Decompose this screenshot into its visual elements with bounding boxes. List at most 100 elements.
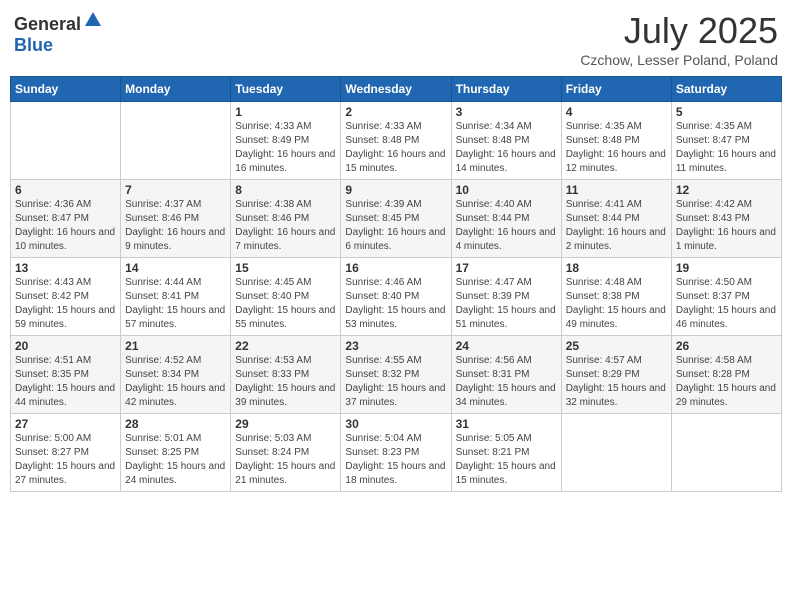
calendar-cell: 9Sunrise: 4:39 AM Sunset: 8:45 PM Daylig… (341, 180, 451, 258)
calendar-cell: 17Sunrise: 4:47 AM Sunset: 8:39 PM Dayli… (451, 258, 561, 336)
calendar-cell: 19Sunrise: 4:50 AM Sunset: 8:37 PM Dayli… (671, 258, 781, 336)
calendar-cell: 26Sunrise: 4:58 AM Sunset: 8:28 PM Dayli… (671, 336, 781, 414)
day-info: Sunrise: 5:05 AM Sunset: 8:21 PM Dayligh… (456, 432, 557, 488)
calendar-table: SundayMondayTuesdayWednesdayThursdayFrid… (10, 76, 782, 492)
day-info: Sunrise: 4:51 AM Sunset: 8:35 PM Dayligh… (15, 354, 116, 410)
calendar-cell: 7Sunrise: 4:37 AM Sunset: 8:46 PM Daylig… (121, 180, 231, 258)
calendar-cell: 10Sunrise: 4:40 AM Sunset: 8:44 PM Dayli… (451, 180, 561, 258)
calendar-cell: 5Sunrise: 4:35 AM Sunset: 8:47 PM Daylig… (671, 102, 781, 180)
calendar-cell: 16Sunrise: 4:46 AM Sunset: 8:40 PM Dayli… (341, 258, 451, 336)
day-info: Sunrise: 4:41 AM Sunset: 8:44 PM Dayligh… (566, 198, 667, 254)
day-number: 21 (125, 339, 226, 353)
location-title: Czchow, Lesser Poland, Poland (580, 52, 778, 68)
day-info: Sunrise: 5:04 AM Sunset: 8:23 PM Dayligh… (345, 432, 446, 488)
calendar-week-row: 13Sunrise: 4:43 AM Sunset: 8:42 PM Dayli… (11, 258, 782, 336)
day-number: 31 (456, 417, 557, 431)
calendar-cell: 12Sunrise: 4:42 AM Sunset: 8:43 PM Dayli… (671, 180, 781, 258)
day-number: 9 (345, 183, 446, 197)
calendar-cell: 27Sunrise: 5:00 AM Sunset: 8:27 PM Dayli… (11, 414, 121, 492)
calendar-cell: 13Sunrise: 4:43 AM Sunset: 8:42 PM Dayli… (11, 258, 121, 336)
weekday-header: Monday (121, 77, 231, 102)
calendar-cell (11, 102, 121, 180)
day-number: 24 (456, 339, 557, 353)
day-number: 8 (235, 183, 336, 197)
calendar-week-row: 20Sunrise: 4:51 AM Sunset: 8:35 PM Dayli… (11, 336, 782, 414)
day-number: 27 (15, 417, 116, 431)
day-number: 7 (125, 183, 226, 197)
calendar-cell (671, 414, 781, 492)
calendar-cell: 22Sunrise: 4:53 AM Sunset: 8:33 PM Dayli… (231, 336, 341, 414)
day-number: 4 (566, 105, 667, 119)
day-info: Sunrise: 4:48 AM Sunset: 8:38 PM Dayligh… (566, 276, 667, 332)
day-info: Sunrise: 4:39 AM Sunset: 8:45 PM Dayligh… (345, 198, 446, 254)
day-number: 28 (125, 417, 226, 431)
day-number: 23 (345, 339, 446, 353)
calendar-cell: 25Sunrise: 4:57 AM Sunset: 8:29 PM Dayli… (561, 336, 671, 414)
day-info: Sunrise: 4:37 AM Sunset: 8:46 PM Dayligh… (125, 198, 226, 254)
day-number: 5 (676, 105, 777, 119)
month-title: July 2025 (580, 10, 778, 52)
day-info: Sunrise: 4:36 AM Sunset: 8:47 PM Dayligh… (15, 198, 116, 254)
day-number: 22 (235, 339, 336, 353)
day-number: 26 (676, 339, 777, 353)
day-info: Sunrise: 4:46 AM Sunset: 8:40 PM Dayligh… (345, 276, 446, 332)
calendar-cell: 20Sunrise: 4:51 AM Sunset: 8:35 PM Dayli… (11, 336, 121, 414)
day-info: Sunrise: 4:35 AM Sunset: 8:47 PM Dayligh… (676, 120, 777, 176)
calendar-cell: 18Sunrise: 4:48 AM Sunset: 8:38 PM Dayli… (561, 258, 671, 336)
day-number: 19 (676, 261, 777, 275)
weekday-header: Thursday (451, 77, 561, 102)
day-number: 25 (566, 339, 667, 353)
day-info: Sunrise: 4:34 AM Sunset: 8:48 PM Dayligh… (456, 120, 557, 176)
day-info: Sunrise: 4:40 AM Sunset: 8:44 PM Dayligh… (456, 198, 557, 254)
calendar-cell: 1Sunrise: 4:33 AM Sunset: 8:49 PM Daylig… (231, 102, 341, 180)
day-number: 17 (456, 261, 557, 275)
weekday-header: Sunday (11, 77, 121, 102)
day-number: 29 (235, 417, 336, 431)
weekday-header: Saturday (671, 77, 781, 102)
title-block: July 2025 Czchow, Lesser Poland, Poland (580, 10, 778, 68)
calendar-cell: 29Sunrise: 5:03 AM Sunset: 8:24 PM Dayli… (231, 414, 341, 492)
day-info: Sunrise: 4:50 AM Sunset: 8:37 PM Dayligh… (676, 276, 777, 332)
page-header: General Blue July 2025 Czchow, Lesser Po… (10, 10, 782, 68)
day-number: 1 (235, 105, 336, 119)
day-info: Sunrise: 4:53 AM Sunset: 8:33 PM Dayligh… (235, 354, 336, 410)
calendar-cell: 2Sunrise: 4:33 AM Sunset: 8:48 PM Daylig… (341, 102, 451, 180)
day-info: Sunrise: 4:52 AM Sunset: 8:34 PM Dayligh… (125, 354, 226, 410)
calendar-cell: 15Sunrise: 4:45 AM Sunset: 8:40 PM Dayli… (231, 258, 341, 336)
day-info: Sunrise: 4:55 AM Sunset: 8:32 PM Dayligh… (345, 354, 446, 410)
weekday-header-row: SundayMondayTuesdayWednesdayThursdayFrid… (11, 77, 782, 102)
calendar-cell: 23Sunrise: 4:55 AM Sunset: 8:32 PM Dayli… (341, 336, 451, 414)
day-info: Sunrise: 4:57 AM Sunset: 8:29 PM Dayligh… (566, 354, 667, 410)
day-info: Sunrise: 4:56 AM Sunset: 8:31 PM Dayligh… (456, 354, 557, 410)
day-number: 11 (566, 183, 667, 197)
logo-general: General (14, 14, 81, 34)
day-number: 12 (676, 183, 777, 197)
calendar-cell: 6Sunrise: 4:36 AM Sunset: 8:47 PM Daylig… (11, 180, 121, 258)
day-number: 16 (345, 261, 446, 275)
day-number: 20 (15, 339, 116, 353)
day-number: 6 (15, 183, 116, 197)
day-info: Sunrise: 4:47 AM Sunset: 8:39 PM Dayligh… (456, 276, 557, 332)
day-info: Sunrise: 4:33 AM Sunset: 8:48 PM Dayligh… (345, 120, 446, 176)
calendar-cell: 14Sunrise: 4:44 AM Sunset: 8:41 PM Dayli… (121, 258, 231, 336)
calendar-cell: 3Sunrise: 4:34 AM Sunset: 8:48 PM Daylig… (451, 102, 561, 180)
calendar-cell (121, 102, 231, 180)
logo-icon (83, 10, 103, 30)
day-number: 15 (235, 261, 336, 275)
day-info: Sunrise: 4:38 AM Sunset: 8:46 PM Dayligh… (235, 198, 336, 254)
day-number: 3 (456, 105, 557, 119)
weekday-header: Tuesday (231, 77, 341, 102)
day-number: 18 (566, 261, 667, 275)
day-info: Sunrise: 5:03 AM Sunset: 8:24 PM Dayligh… (235, 432, 336, 488)
calendar-cell: 11Sunrise: 4:41 AM Sunset: 8:44 PM Dayli… (561, 180, 671, 258)
calendar-cell: 8Sunrise: 4:38 AM Sunset: 8:46 PM Daylig… (231, 180, 341, 258)
day-info: Sunrise: 5:01 AM Sunset: 8:25 PM Dayligh… (125, 432, 226, 488)
day-number: 14 (125, 261, 226, 275)
day-number: 30 (345, 417, 446, 431)
day-number: 2 (345, 105, 446, 119)
day-info: Sunrise: 4:44 AM Sunset: 8:41 PM Dayligh… (125, 276, 226, 332)
calendar-cell: 4Sunrise: 4:35 AM Sunset: 8:48 PM Daylig… (561, 102, 671, 180)
day-number: 13 (15, 261, 116, 275)
calendar-week-row: 1Sunrise: 4:33 AM Sunset: 8:49 PM Daylig… (11, 102, 782, 180)
day-info: Sunrise: 4:42 AM Sunset: 8:43 PM Dayligh… (676, 198, 777, 254)
